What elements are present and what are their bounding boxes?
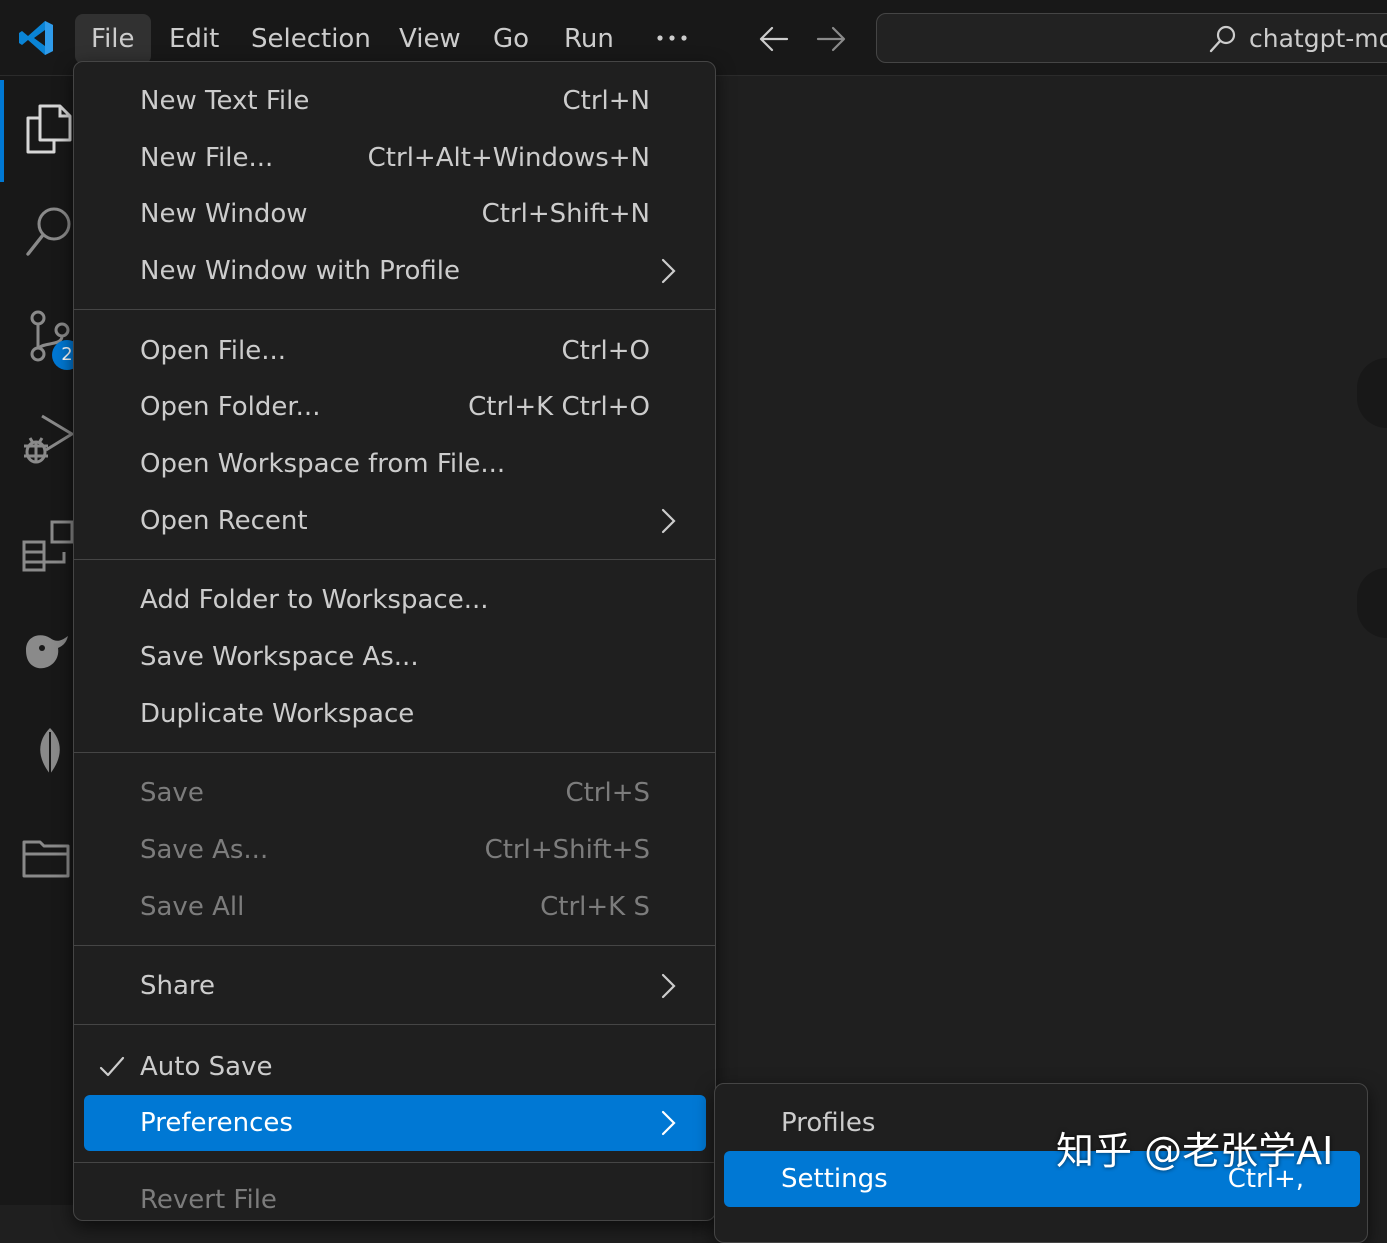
menu-item-new-text-file[interactable]: New Text File Ctrl+N [84,73,706,129]
menu-item-label: Save [140,778,204,808]
file-menu: New Text File Ctrl+N New File... Ctrl+Al… [73,61,716,1221]
menu-item-save-as[interactable]: Save As... Ctrl+Shift+S [84,822,706,878]
submenu-item-label: Profiles [781,1108,876,1138]
menu-separator [74,309,715,310]
menu-item-share[interactable]: Share [84,958,706,1014]
menu-separator [74,1162,715,1163]
chevron-right-icon [661,508,676,534]
menu-item-label: Add Folder to Workspace... [140,585,489,615]
menu-item-label: Auto Save [140,1052,273,1082]
menu-item-new-window-with-profile[interactable]: New Window with Profile [84,243,706,299]
activity-bar: 2 [0,76,82,1205]
menu-item-label: Save All [140,892,245,922]
submenu-item-label: Settings [781,1164,888,1194]
menu-item-label: Save Workspace As... [140,642,419,672]
extensions-icon[interactable] [20,518,76,574]
arrow-right-icon[interactable] [814,22,848,56]
menu-separator [74,559,715,560]
chevron-right-icon [661,973,676,999]
menu-item-shortcut: Ctrl+Alt+Windows+N [367,143,650,173]
menu-item-label: New Text File [140,86,310,116]
chevron-right-icon [661,258,676,284]
menu-item-label: Preferences [140,1108,293,1138]
menu-file[interactable]: File [75,14,151,64]
menu-item-shortcut: Ctrl+K Ctrl+O [468,392,650,422]
menu-item-label: Open Folder... [140,392,321,422]
menu-item-shortcut: Ctrl+N [562,86,651,116]
menu-separator [74,752,715,753]
menu-item-new-window[interactable]: New Window Ctrl+Shift+N [84,186,706,242]
menu-item-save[interactable]: Save Ctrl+S [84,765,706,821]
menu-item-add-folder-to-workspace[interactable]: Add Folder to Workspace... [84,572,706,628]
menu-item-open-recent[interactable]: Open Recent [84,493,706,549]
arrow-left-icon[interactable] [757,22,791,56]
menu-item-shortcut: Ctrl+K S [540,892,650,922]
menu-run[interactable]: Run [548,14,630,64]
menu-item-label: Open File... [140,336,287,366]
menu-item-auto-save[interactable]: Auto Save [84,1039,706,1095]
watermark-text: 知乎 @老张学AI [1056,1129,1334,1173]
menu-go[interactable]: Go [477,14,545,64]
menu-item-label: Share [140,971,216,1001]
menu-item-save-workspace-as[interactable]: Save Workspace As... [84,629,706,685]
active-indicator [0,80,4,182]
menu-view[interactable]: View [383,14,477,64]
menu-item-label: Duplicate Workspace [140,699,415,729]
vscode-logo-icon [19,21,53,55]
menu-item-label: New File... [140,143,274,173]
search-icon [1209,25,1236,53]
menu-item-shortcut: Ctrl+Shift+S [484,835,650,865]
menu-separator [74,1024,715,1025]
checkmark-icon [99,1056,125,1077]
menu-item-label: Save As... [140,835,269,865]
menu-item-label: Open Workspace from File... [140,449,506,479]
menu-item-open-workspace-from-file[interactable]: Open Workspace from File... [84,436,706,492]
menu-separator [74,945,715,946]
run-debug-icon[interactable] [20,410,76,466]
menu-item-shortcut: Ctrl+Shift+N [481,199,650,229]
chevron-right-icon [661,1110,676,1136]
deepseek-icon[interactable] [20,624,76,680]
search-icon[interactable] [20,202,76,258]
menu-item-label: Revert File [140,1185,277,1215]
menu-item-duplicate-workspace[interactable]: Duplicate Workspace [84,686,706,742]
mongodb-icon[interactable] [20,726,76,782]
explorer-icon[interactable] [20,100,76,156]
menu-selection[interactable]: Selection [235,14,387,64]
menu-edit[interactable]: Edit [153,14,235,64]
editor-watermark-shape [1357,358,1387,428]
menu-item-new-file[interactable]: New File... Ctrl+Alt+Windows+N [84,130,706,186]
folder-icon[interactable] [20,828,76,884]
menu-item-label: Open Recent [140,506,308,536]
menu-item-open-folder[interactable]: Open Folder... Ctrl+K Ctrl+O [84,379,706,435]
menu-item-shortcut: Ctrl+S [565,778,650,808]
command-center-search[interactable]: chatgpt-mo [876,13,1387,63]
menu-item-label: New Window with Profile [140,256,461,286]
menu-item-save-all[interactable]: Save All Ctrl+K S [84,879,706,935]
menu-item-preferences[interactable]: Preferences [84,1095,706,1151]
menu-item-label: New Window [140,199,308,229]
menu-item-revert-file[interactable]: Revert File [84,1172,706,1228]
ellipsis-icon[interactable] [655,30,689,46]
menu-item-open-file[interactable]: Open File... Ctrl+O [84,323,706,379]
command-center-text: chatgpt-mo [1249,24,1387,53]
editor-watermark-shape [1357,568,1387,638]
menu-item-shortcut: Ctrl+O [561,336,650,366]
